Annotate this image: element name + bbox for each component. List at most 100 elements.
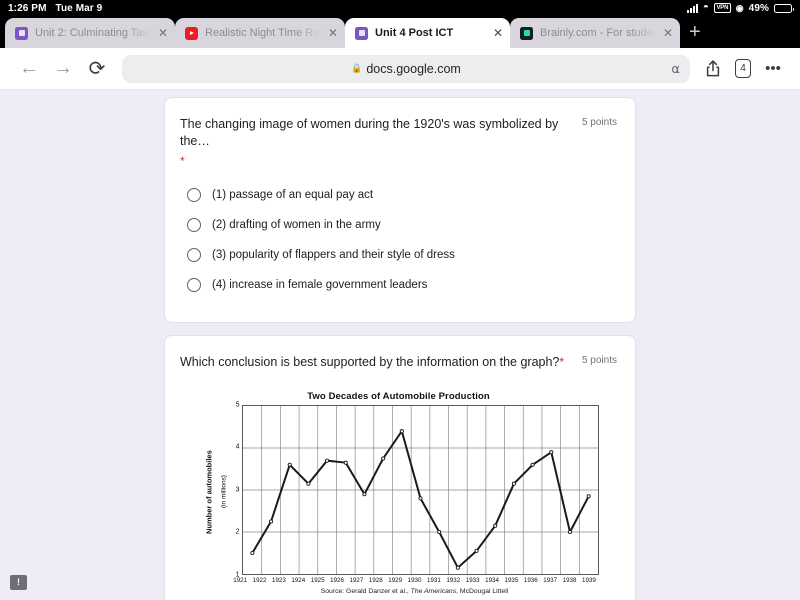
close-icon[interactable]: ✕: [493, 27, 503, 39]
x-tick-label: 1925: [310, 576, 325, 584]
chart-x-axis-labels: 1921 1922 1923 1924 1925 1926 1927 1928 1929 1930…: [231, 577, 599, 584]
share-icon[interactable]: [698, 52, 728, 86]
status-date: Tue Mar 9: [55, 2, 103, 14]
tab-title: Unit 4 Post ICT: [375, 27, 454, 39]
radio-icon[interactable]: [187, 217, 201, 232]
brainly-icon: [520, 26, 533, 40]
question-1-options: (1) passage of an equal pay act (2) draf…: [180, 180, 617, 300]
option-row[interactable]: (2) drafting of women in the army: [180, 210, 617, 240]
x-tick-label: 1934: [485, 576, 499, 584]
option-label: (4) increase in female government leader…: [212, 278, 428, 291]
x-tick-label: 1928: [368, 576, 383, 584]
x-tick-label: 1933: [465, 576, 480, 584]
question-1-text: The changing image of women during the 1…: [180, 117, 559, 148]
question-1-points: 5 points: [581, 117, 617, 128]
browser-tab-3-active[interactable]: Unit 4 Post ICT ✕: [345, 18, 510, 48]
option-row[interactable]: (1) passage of an equal pay act: [180, 180, 617, 210]
chart-svg: [242, 405, 598, 574]
y-tick-label: 1: [235, 571, 240, 579]
x-tick-label: 1932: [446, 576, 461, 584]
x-tick-label: 1929: [388, 576, 403, 584]
youtube-icon: [185, 26, 198, 40]
option-label: (2) drafting of women in the army: [212, 218, 381, 231]
x-tick-label: 1937: [543, 576, 558, 584]
option-row[interactable]: (3) popularity of flappers and their sty…: [180, 240, 617, 270]
source-prefix: Source: Gerald Danzer et al.,: [320, 587, 411, 595]
radio-icon[interactable]: [187, 187, 201, 202]
question-1-required-star: *: [180, 153, 185, 168]
question-card-2: Which conclusion is best supported by th…: [164, 334, 636, 600]
location-icon: ◉: [735, 2, 744, 13]
y-axis-label-main: Number of automobiles: [203, 449, 213, 534]
chart-y-axis-sublabel: (in millions): [219, 405, 230, 575]
x-tick-label: 1938: [562, 576, 577, 584]
x-tick-label: 1935: [504, 576, 519, 584]
tab-title: Unit 2: Culminating Task: [35, 27, 151, 39]
more-options-icon[interactable]: •••: [758, 52, 788, 86]
y-axis-label-sub: (in millions): [219, 475, 227, 509]
slides-icon: [15, 26, 28, 40]
chart-title: Two Decades of Automobile Production: [307, 390, 490, 402]
option-label: (1) passage of an equal pay act: [212, 188, 374, 201]
browser-tab-1[interactable]: Unit 2: Culminating Task ✕: [5, 18, 175, 48]
browser-tab-4[interactable]: Brainly.com - For student ✕: [510, 18, 680, 48]
reload-icon[interactable]: ⟳: [80, 52, 114, 86]
close-icon[interactable]: ✕: [328, 27, 338, 39]
chart-figure: Two Decades of Automobile Production Num…: [180, 391, 617, 595]
option-row[interactable]: (4) increase in female government leader…: [180, 270, 617, 300]
browser-tab-2[interactable]: Realistic Night Time Rout ✕: [175, 18, 345, 48]
browser-toolbar: ← → ⟳ 🔒 docs.google.com ⍺ 4 •••: [0, 48, 800, 90]
feedback-fab-icon[interactable]: [10, 575, 27, 590]
option-label: (3) popularity of flappers and their sty…: [212, 248, 455, 261]
x-tick-label: 1921: [233, 576, 248, 584]
google-forms-page: The changing image of women during the 1…: [0, 90, 800, 600]
x-tick-label: 1931: [427, 576, 441, 584]
battery-percent: 49%: [748, 2, 769, 14]
question-2-required-star: *: [559, 354, 565, 369]
chart-source: Source: Gerald Danzer et al., The Americ…: [231, 588, 599, 595]
close-icon[interactable]: ✕: [663, 27, 673, 39]
x-tick-label: 1923: [272, 576, 286, 584]
chart-plot-area: [241, 404, 599, 575]
url-text: docs.google.com: [366, 61, 461, 76]
source-suffix: , McDougal Littell: [456, 587, 509, 595]
x-tick-label: 1927: [349, 576, 364, 584]
slides-icon: [355, 26, 368, 40]
battery-icon: [774, 3, 794, 13]
x-tick-label: 1924: [291, 576, 306, 584]
tab-title: Realistic Night Time Rout: [205, 27, 321, 39]
source-book-title: The Americans: [410, 587, 457, 595]
lock-icon: 🔒: [351, 63, 363, 73]
question-2-points: 5 points: [581, 354, 617, 366]
x-tick-label: 1939: [582, 576, 596, 584]
address-bar[interactable]: 🔒 docs.google.com ⍺: [122, 54, 690, 83]
question-2-text: Which conclusion is best supported by th…: [180, 354, 582, 371]
tab-count-button[interactable]: 4: [728, 52, 758, 86]
y-tick-label: 5: [235, 401, 240, 409]
question-card-1: The changing image of women during the 1…: [164, 97, 636, 323]
back-icon[interactable]: ←: [12, 52, 46, 86]
wifi-icon: ◓: [702, 2, 709, 13]
radio-icon[interactable]: [187, 277, 201, 292]
tab-count-label: 4: [735, 59, 751, 78]
question-2-label: Which conclusion is best supported by th…: [180, 354, 560, 369]
chart-y-ticks: 1 2 3 4 5: [230, 401, 242, 579]
status-time: 1:26 PM: [8, 2, 47, 14]
ipad-status-bar: 1:26 PM Tue Mar 9 ◓ VPN ◉ 49%: [0, 0, 800, 16]
close-icon[interactable]: ✕: [158, 27, 168, 39]
x-tick-label: 1922: [252, 576, 267, 584]
tab-title: Brainly.com - For student: [540, 27, 656, 39]
vpn-badge: VPN: [713, 3, 731, 13]
cellular-signal-icon: [686, 3, 698, 13]
forward-icon[interactable]: →: [46, 52, 80, 86]
y-tick-label: 4: [235, 443, 240, 451]
new-tab-button[interactable]: +: [689, 21, 701, 44]
x-tick-label: 1926: [330, 576, 344, 584]
radio-icon[interactable]: [187, 247, 201, 262]
browser-tab-strip: Unit 2: Culminating Task ✕ Realistic Nig…: [0, 16, 800, 48]
y-tick-label: 2: [235, 528, 240, 536]
chart-y-axis-label: Number of automobiles: [199, 405, 219, 575]
y-tick-label: 3: [235, 486, 240, 494]
x-tick-label: 1930: [407, 576, 422, 584]
microphone-icon[interactable]: ⍺: [671, 61, 680, 77]
